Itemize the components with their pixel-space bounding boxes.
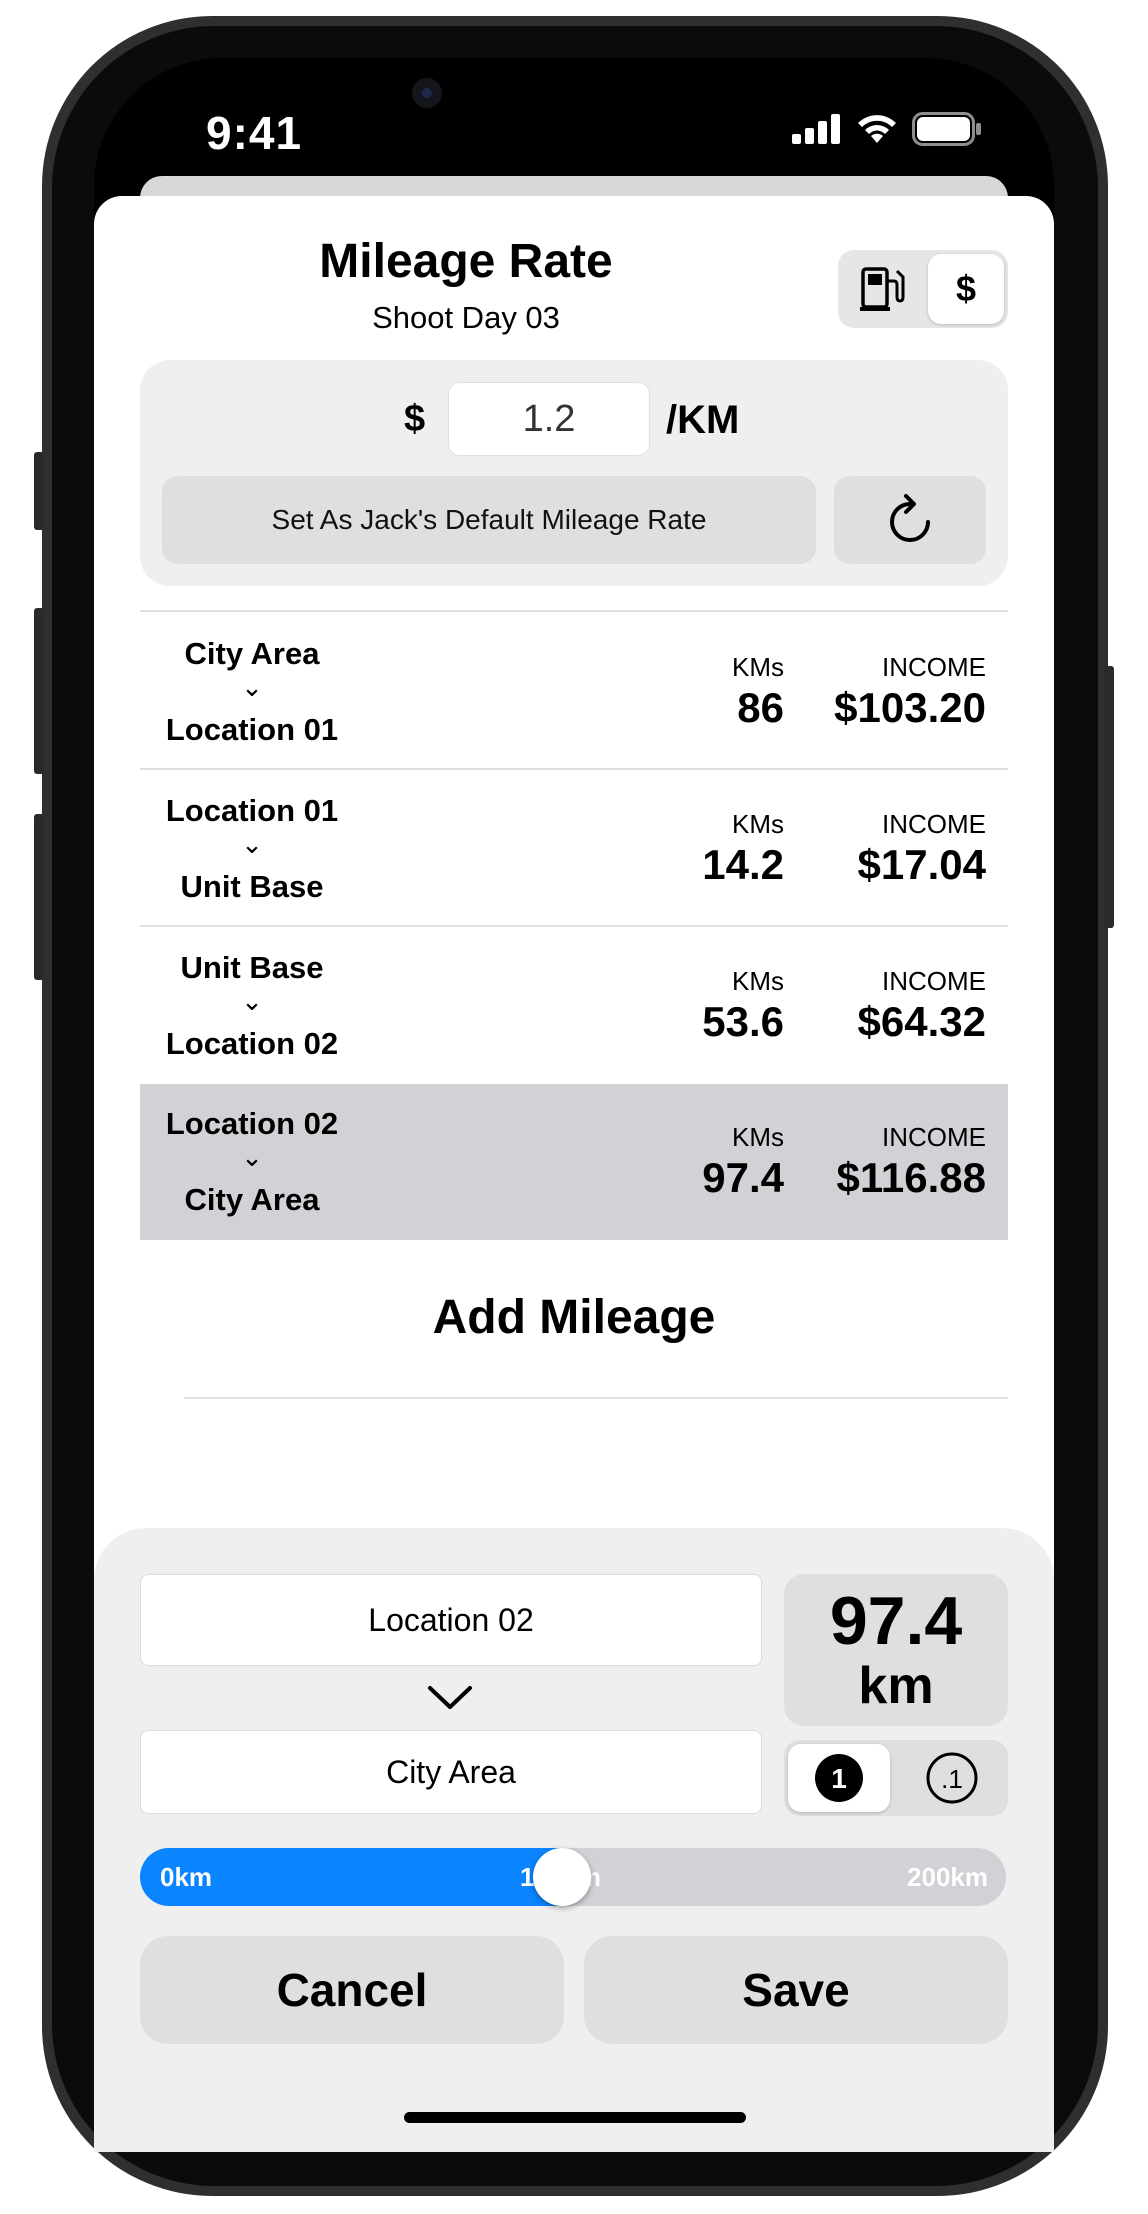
list-divider [140, 610, 1008, 612]
add-mileage-button[interactable]: Add Mileage [140, 1290, 1008, 1345]
save-button[interactable]: Save [584, 1936, 1008, 2044]
status-icons [792, 112, 982, 146]
trip-to: Location 02 [165, 1026, 339, 1061]
precision-one-label: 1 [831, 1763, 847, 1794]
chevron-down-icon: ⌄ [241, 986, 263, 1016]
trip-from: City Area [184, 636, 320, 671]
battery-icon [912, 112, 981, 146]
kms-value: 97.4 [702, 1154, 784, 1201]
income-value: $17.04 [857, 841, 986, 888]
volume-down-button [34, 814, 44, 980]
trip-to: Unit Base [180, 869, 324, 904]
distance-unit: km [858, 1657, 934, 1715]
kms-value: 86 [737, 684, 784, 731]
slider-thumb[interactable] [532, 1848, 591, 1906]
fuel-segment[interactable] [842, 254, 922, 324]
kms-label: KMs [732, 809, 784, 839]
income-label: INCOME [882, 652, 986, 682]
wifi-icon [858, 115, 896, 143]
trip-row[interactable]: City Area ⌄ Location 01 KMs 86 INCOME $1… [140, 614, 1008, 770]
trip-row[interactable]: Location 01 ⌄ Unit Base KMs 14.2 INCOME … [140, 771, 1008, 927]
income-value: $64.32 [857, 998, 986, 1045]
kms-label: KMs [732, 966, 784, 996]
power-button [1104, 666, 1114, 928]
row-divider [140, 925, 1008, 927]
kms-value: 53.6 [702, 998, 784, 1045]
kms-label: KMs [732, 1122, 784, 1152]
currency-symbol: $ [404, 398, 426, 440]
trip-route: City Area ⌄ Location 01 [140, 614, 364, 770]
slider-min-label: 0km [160, 1862, 213, 1892]
number-one-circle-icon: 1 [815, 1754, 863, 1802]
trip-to: City Area [184, 1182, 320, 1217]
trip-from: Location 01 [165, 793, 339, 828]
page-subtitle: Shoot Day 03 [372, 300, 560, 335]
fuel-pump-icon [860, 267, 905, 311]
income-value: $103.20 [834, 684, 986, 731]
set-default-rate-button[interactable]: Set As Jack's Default Mileage Rate [162, 476, 816, 564]
trip-route: Location 02 ⌄ City Area [140, 1084, 364, 1240]
refresh-icon [890, 494, 930, 542]
trip-route: Location 01 ⌄ Unit Base [140, 771, 364, 927]
distance-value: 97.4 [829, 1583, 963, 1659]
trip-from: Location 02 [165, 1106, 339, 1141]
kms-label: KMs [732, 652, 784, 682]
income-label: INCOME [882, 1122, 986, 1152]
trip-to: Location 01 [165, 712, 339, 747]
to-location-field[interactable]: City Area [140, 1730, 762, 1814]
trip-from: Unit Base [180, 950, 324, 985]
mute-switch [34, 452, 44, 530]
chevron-down-icon: ⌄ [241, 829, 263, 859]
precision-decimal-label: .1 [941, 1764, 963, 1794]
volume-up-button [34, 608, 44, 774]
chevron-down-icon [418, 1676, 482, 1720]
chevron-down-icon: ⌄ [241, 672, 263, 702]
cancel-button[interactable]: Cancel [140, 1936, 564, 2044]
slider-max-label: 200km [907, 1862, 988, 1892]
income-label: INCOME [882, 809, 986, 839]
chevron-down-icon: ⌄ [241, 1142, 263, 1172]
status-time: 9:41 [206, 107, 303, 159]
precision-decimal-segment[interactable]: .1 [900, 1744, 1004, 1812]
income-value: $116.88 [836, 1154, 986, 1201]
row-divider [140, 768, 1008, 770]
kms-value: 14.2 [702, 841, 784, 888]
cellular-signal-icon [792, 114, 840, 144]
income-label: INCOME [882, 966, 986, 996]
reset-rate-button[interactable] [834, 476, 986, 564]
from-location-field[interactable]: Location 02 [140, 1574, 762, 1666]
precision-whole-segment[interactable]: 1 [788, 1744, 890, 1812]
decimal-circle-icon: .1 [926, 1752, 978, 1804]
home-indicator [404, 2112, 746, 2123]
page-title: Mileage Rate [319, 235, 613, 288]
distance-display: 97.4 km [784, 1574, 1008, 1726]
front-camera [412, 78, 442, 108]
list-divider [184, 1397, 1008, 1399]
dollar-segment[interactable]: $ [928, 254, 1004, 324]
trip-row[interactable]: Unit Base ⌄ Location 02 KMs 53.6 INCOME … [140, 928, 1008, 1084]
rate-unit: /KM [666, 398, 740, 442]
trip-row-selected[interactable]: Location 02 ⌄ City Area KMs 97.4 INCOME … [140, 1084, 1008, 1240]
trip-route: Unit Base ⌄ Location 02 [140, 928, 364, 1084]
rate-input[interactable]: 1.2 [448, 382, 650, 456]
